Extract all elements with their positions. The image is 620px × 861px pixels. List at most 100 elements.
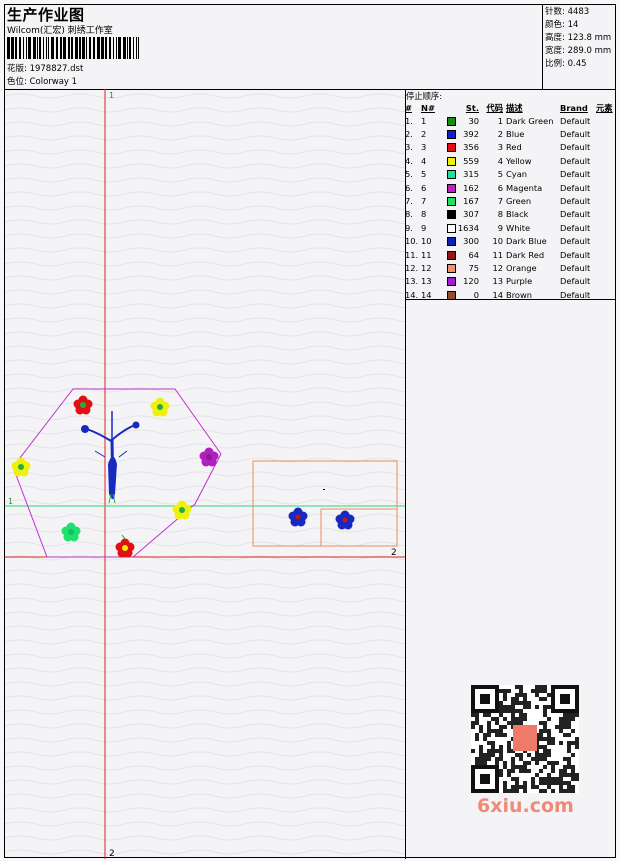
row-element <box>596 141 615 154</box>
row-stitches: 75 <box>468 262 479 273</box>
colorway: 色位: Colorway 1 <box>7 75 77 87</box>
color-row: 6. 6 162 6 Magenta Default <box>405 181 615 194</box>
subtitle: Wilcom(汇宏) 刺绣工作室 <box>7 26 113 36</box>
row-brand: Default <box>560 236 591 247</box>
color-swatch <box>447 237 456 247</box>
stat-label: 针数: <box>545 7 565 17</box>
stat-stitches: 针数: 4483 <box>545 6 615 19</box>
col-elem: 元素 <box>596 103 613 113</box>
stat-width: 宽度: 289.0 mm <box>545 45 615 58</box>
row-description: Dark Blue <box>506 236 547 247</box>
row-stitches: 64 <box>468 249 479 260</box>
row-brand: Default <box>560 262 591 273</box>
row-swatch <box>443 261 457 274</box>
row-code: 8 <box>497 209 503 220</box>
color-row: 13. 13 120 13 Purple Default <box>405 275 615 288</box>
color-swatch <box>447 277 456 287</box>
row-element <box>596 235 615 248</box>
row-swatch <box>443 235 457 248</box>
row-code: 7 <box>497 196 503 207</box>
row-element <box>596 127 615 140</box>
color-swatch <box>447 263 456 273</box>
row-needle: 14 <box>421 289 432 300</box>
stat-label: 宽度: <box>545 46 565 56</box>
row-description: Red <box>506 142 522 153</box>
row-description: Yellow <box>506 155 532 166</box>
row-brand: Default <box>560 182 591 193</box>
colorway-value: Colorway 1 <box>29 77 78 87</box>
row-stitches: 30 <box>468 115 479 126</box>
color-row: 4. 4 559 4 Yellow Default <box>405 154 615 167</box>
row-index: 13. <box>405 276 419 287</box>
row-swatch <box>443 181 457 194</box>
axis-h-right-label: 2 <box>391 548 397 558</box>
stat-height: 高度: 123.8 mm <box>545 32 615 45</box>
row-swatch <box>443 168 457 181</box>
stat-label: 高度: <box>545 33 565 43</box>
color-swatch <box>447 143 456 153</box>
header: 生产作业图 Wilcom(汇宏) 刺绣工作室 花版: 1978827.dst 色… <box>5 5 615 90</box>
row-description: Purple <box>506 276 533 287</box>
col-swatch <box>443 102 457 114</box>
side-panel: 停止顺序: # N# St. 代码 描述 Brand 元素 1. 1 30 1 Dark… <box>405 89 615 859</box>
stat-label: 颜色: <box>545 20 565 30</box>
color-swatch <box>447 156 456 166</box>
row-needle: 13 <box>421 276 432 287</box>
row-index: 7. <box>405 196 413 207</box>
color-row: 14. 14 0 14 Brown Default <box>405 288 615 301</box>
row-stitches: 1634 <box>457 222 479 233</box>
row-swatch <box>443 127 457 140</box>
row-brand: Default <box>560 129 591 140</box>
stat-value: 123.8 mm <box>567 33 612 43</box>
color-swatch <box>447 116 456 126</box>
design-label: 花版: <box>7 64 27 74</box>
row-index: 14. <box>405 289 419 300</box>
production-sheet: 生产作业图 Wilcom(汇宏) 刺绣工作室 花版: 1978827.dst 色… <box>4 4 616 859</box>
color-row: 3. 3 356 3 Red Default <box>405 141 615 154</box>
row-brand: Default <box>560 196 591 207</box>
row-element <box>596 154 615 167</box>
row-swatch <box>443 194 457 207</box>
page-title: 生产作业图 <box>7 6 85 24</box>
row-code: 2 <box>497 129 503 140</box>
row-index: 8. <box>405 209 413 220</box>
row-code: 9 <box>497 222 503 233</box>
color-row: 2. 2 392 2 Blue Default <box>405 127 615 140</box>
row-swatch <box>443 154 457 167</box>
design-preview: 1 2 1 2 <box>5 89 405 859</box>
color-table-header: # N# St. 代码 描述 Brand 元素 <box>405 102 615 114</box>
barcode <box>7 37 139 59</box>
row-description: White <box>506 222 531 233</box>
row-stitches: 315 <box>463 169 479 180</box>
row-needle: 5 <box>421 169 427 180</box>
row-index: 10. <box>405 236 419 247</box>
row-needle: 6 <box>421 182 427 193</box>
col-hash: # <box>405 103 412 113</box>
color-table: # N# St. 代码 描述 Brand 元素 1. 1 30 1 Dark Green… <box>405 102 615 301</box>
row-element <box>596 248 615 261</box>
row-code: 10 <box>492 236 503 247</box>
row-description: Green <box>506 196 532 207</box>
row-code: 11 <box>492 249 503 260</box>
row-stitches: 307 <box>463 209 479 220</box>
row-needle: 9 <box>421 222 427 233</box>
row-needle: 10 <box>421 236 432 247</box>
col-code: 代码 <box>486 103 503 113</box>
stat-value: 289.0 mm <box>567 46 612 56</box>
row-code: 14 <box>492 289 503 300</box>
row-needle: 2 <box>421 129 427 140</box>
row-code: 4 <box>497 155 503 166</box>
color-row: 5. 5 315 5 Cyan Default <box>405 168 615 181</box>
canvas-background <box>5 89 405 859</box>
row-swatch <box>443 208 457 221</box>
row-description: Dark Green <box>506 115 554 126</box>
row-brand: Default <box>560 209 591 220</box>
row-description: Blue <box>506 129 525 140</box>
row-element <box>596 181 615 194</box>
stat-colors: 颜色: 14 <box>545 19 615 32</box>
row-swatch <box>443 114 457 127</box>
color-row: 12. 12 75 12 Orange Default <box>405 261 615 274</box>
row-index: 11. <box>405 249 419 260</box>
row-stitches: 120 <box>463 276 479 287</box>
color-row: 7. 7 167 7 Green Default <box>405 194 615 207</box>
